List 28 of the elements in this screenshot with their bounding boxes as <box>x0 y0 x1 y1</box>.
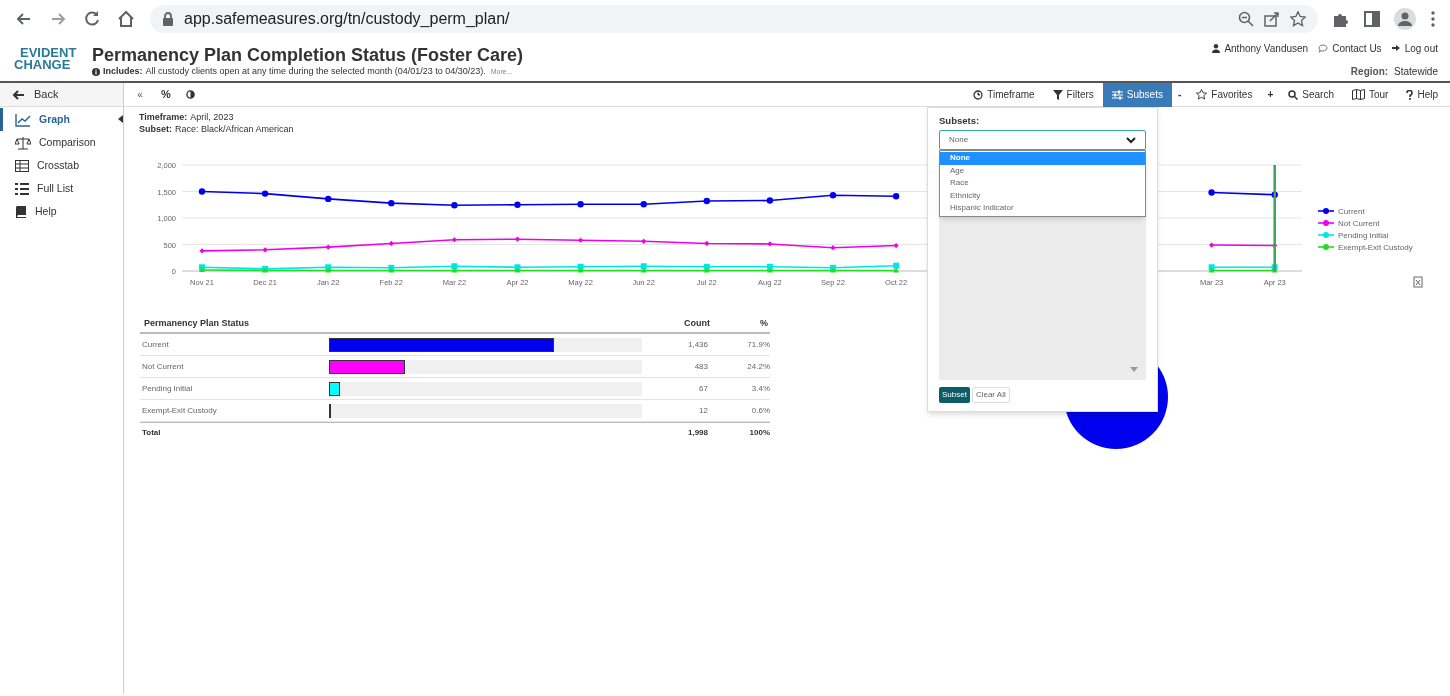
url-text: app.safemeasures.org/tn/custody_perm_plan/ <box>184 9 510 29</box>
popover-title: Subsets: <box>939 114 981 128</box>
table-cell-text: Pending Initial <box>141 382 194 395</box>
subset-value: Race: Black/African American <box>175 123 294 135</box>
table-cell-text: 483 <box>693 360 708 373</box>
table-cell-text: 1,436 <box>686 338 708 351</box>
table-cell-text: 12 <box>698 404 708 417</box>
includes-text: All custody clients open at any time during the selected month (04/01/23 to 04/30/23). <box>145 66 486 77</box>
table-cell-text: 0.6% <box>750 404 770 417</box>
table-cell-text: 24.2% <box>746 360 770 373</box>
table-cell-text: 100% <box>748 427 770 439</box>
table-cell-text: Current <box>141 338 170 351</box>
table-cell-text: Total <box>141 427 162 439</box>
column-header: % <box>759 316 768 330</box>
timeframe-label: Timeframe: <box>139 111 188 123</box>
table-cell-text: 1,998 <box>686 427 708 439</box>
column-header: Count <box>683 316 710 330</box>
page-title: Permanency Plan Completion Status (Foster Care) <box>92 44 524 66</box>
column-header: Permanency Plan Status <box>143 316 251 330</box>
region-label: Region: <box>1350 65 1389 79</box>
table-cell-text: Not Current <box>141 360 185 373</box>
table-cell-text: 71.9% <box>746 338 770 351</box>
table-cell-text: 67 <box>698 382 708 395</box>
subset-label: Subset: <box>139 123 172 135</box>
timeframe-value: April, 2023 <box>190 111 234 123</box>
table-cell-text: 3.4% <box>750 382 770 395</box>
includes-label: Includes: <box>103 66 143 77</box>
table-cell-text: Exempt-Exit Custody <box>141 404 218 417</box>
